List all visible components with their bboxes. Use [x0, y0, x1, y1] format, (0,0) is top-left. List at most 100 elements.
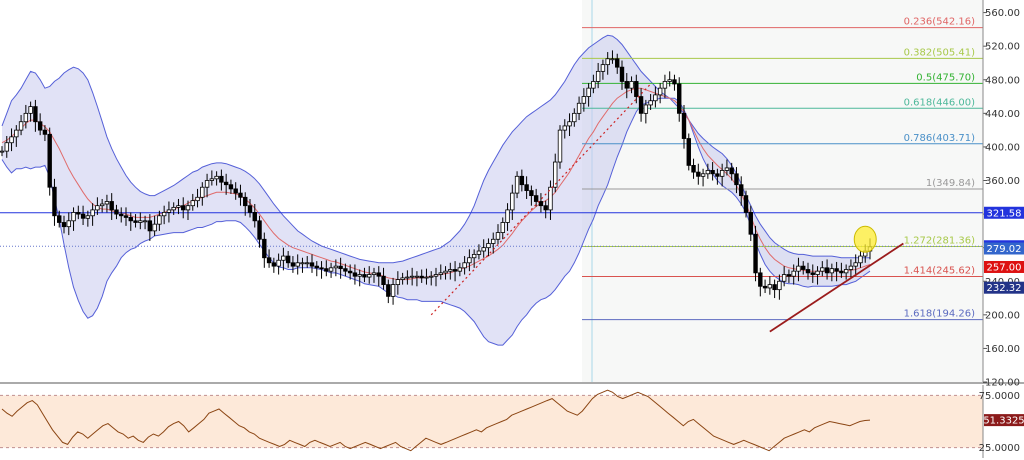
candle-body-120[interactable]: [572, 112, 577, 123]
candle-body-155[interactable]: [739, 184, 744, 197]
candle-body-55[interactable]: [262, 238, 267, 259]
candle-body-74[interactable]: [352, 272, 358, 277]
candle-body-154[interactable]: [734, 173, 739, 186]
candle-body-36[interactable]: [171, 206, 176, 211]
candle-body-32[interactable]: [152, 223, 157, 232]
candle-body-175[interactable]: [834, 268, 839, 272]
candle-body-83[interactable]: [395, 279, 401, 286]
candle-body-129[interactable]: [615, 58, 620, 68]
candle-body-50[interactable]: [238, 192, 243, 198]
candle-body-87[interactable]: [414, 275, 420, 278]
candle-body-179[interactable]: [853, 262, 858, 267]
candle-body-56[interactable]: [266, 257, 272, 264]
candle-body-38[interactable]: [181, 205, 186, 211]
candle-body-19[interactable]: [90, 209, 95, 217]
candle-body-44[interactable]: [209, 178, 215, 181]
candle-body-39[interactable]: [185, 205, 191, 211]
candle-body-125[interactable]: [595, 70, 601, 82]
candle-body-111[interactable]: [529, 190, 534, 197]
candle-body-70[interactable]: [333, 265, 339, 269]
candle-body-145[interactable]: [691, 164, 696, 173]
candle-body-17[interactable]: [80, 213, 86, 219]
candle-body-170[interactable]: [810, 272, 815, 275]
candle-body-135[interactable]: [643, 104, 649, 114]
candle-body-100[interactable]: [476, 250, 482, 255]
candle-body-71[interactable]: [338, 265, 343, 270]
candle-body-52[interactable]: [247, 205, 253, 213]
candle-body-101[interactable]: [481, 247, 486, 252]
candle-body-176[interactable]: [839, 270, 844, 274]
candle-body-156[interactable]: [743, 195, 749, 213]
candle-body-41[interactable]: [195, 196, 200, 202]
candle-body-172[interactable]: [820, 267, 825, 272]
oscillator-chart[interactable]: 25.0000 75.0000 51.3325: [0, 385, 1024, 458]
candle-body-106[interactable]: [505, 209, 510, 223]
candle-body-46[interactable]: [219, 175, 224, 183]
candle-body-92[interactable]: [438, 272, 443, 275]
candle-body-73[interactable]: [347, 270, 353, 274]
candle-body-58[interactable]: [276, 259, 281, 267]
candle-body-89[interactable]: [424, 276, 429, 279]
candle-body-35[interactable]: [166, 209, 172, 213]
candle-body-15[interactable]: [71, 212, 76, 222]
candle-body-64[interactable]: [305, 262, 310, 265]
candle-body-147[interactable]: [700, 173, 706, 177]
candle-body-173[interactable]: [824, 267, 830, 274]
candle-body-42[interactable]: [200, 186, 205, 198]
candle-body-91[interactable]: [433, 274, 439, 277]
candle-body-16[interactable]: [76, 212, 81, 215]
candle-body-164[interactable]: [781, 274, 787, 282]
candle-body-78[interactable]: [371, 272, 377, 275]
candle-body-161[interactable]: [767, 284, 773, 289]
candle-body-139[interactable]: [662, 81, 668, 89]
candle-body-109[interactable]: [519, 175, 525, 186]
candle-body-81[interactable]: [386, 284, 391, 297]
candle-body-67[interactable]: [319, 267, 324, 270]
candle-body-119[interactable]: [567, 121, 572, 127]
candle-body-24[interactable]: [114, 209, 119, 215]
candle-body-133[interactable]: [634, 81, 639, 97]
candle-body-77[interactable]: [367, 274, 372, 278]
candle-body-99[interactable]: [471, 253, 477, 259]
candle-body-140[interactable]: [667, 79, 672, 82]
candle-body-4[interactable]: [18, 121, 24, 131]
candle-body-75[interactable]: [357, 274, 362, 277]
candle-body-180[interactable]: [858, 255, 863, 264]
candle-body-79[interactable]: [376, 272, 381, 277]
candle-body-138[interactable]: [657, 87, 663, 96]
candle-body-63[interactable]: [300, 262, 305, 265]
candle-body-68[interactable]: [324, 268, 329, 272]
candle-body-48[interactable]: [228, 184, 234, 190]
candle-body-163[interactable]: [777, 280, 782, 291]
candle-body-118[interactable]: [562, 125, 567, 131]
candle-body-18[interactable]: [85, 215, 91, 219]
candle-body-72[interactable]: [343, 268, 348, 272]
candle-body-82[interactable]: [390, 284, 396, 297]
candle-body-171[interactable]: [815, 270, 820, 275]
candle-body-162[interactable]: [772, 284, 777, 291]
candle-body-142[interactable]: [677, 83, 682, 114]
candle-body-134[interactable]: [638, 96, 644, 114]
candle-body-23[interactable]: [109, 201, 114, 211]
candle-body-3[interactable]: [14, 129, 19, 138]
candle-body-143[interactable]: [681, 112, 687, 139]
candle-body-126[interactable]: [600, 64, 606, 72]
candle-body-136[interactable]: [648, 100, 653, 106]
candle-body-137[interactable]: [653, 94, 658, 102]
candle-body-65[interactable]: [309, 262, 315, 267]
candle-body-153[interactable]: [729, 167, 734, 175]
candle-body-51[interactable]: [243, 196, 248, 207]
candle-body-110[interactable]: [524, 184, 529, 191]
candle-body-123[interactable]: [586, 87, 591, 97]
candle-body-61[interactable]: [290, 262, 296, 267]
candle-body-33[interactable]: [157, 215, 162, 225]
candle-body-158[interactable]: [753, 233, 758, 274]
candle-body-49[interactable]: [233, 188, 238, 194]
candle-body-141[interactable]: [672, 79, 677, 85]
candle-body-37[interactable]: [176, 205, 181, 208]
candle-body-114[interactable]: [543, 205, 548, 211]
candle-body-124[interactable]: [591, 81, 596, 89]
candle-body-107[interactable]: [510, 192, 515, 211]
candle-body-25[interactable]: [119, 213, 124, 217]
candle-body-102[interactable]: [486, 243, 491, 249]
